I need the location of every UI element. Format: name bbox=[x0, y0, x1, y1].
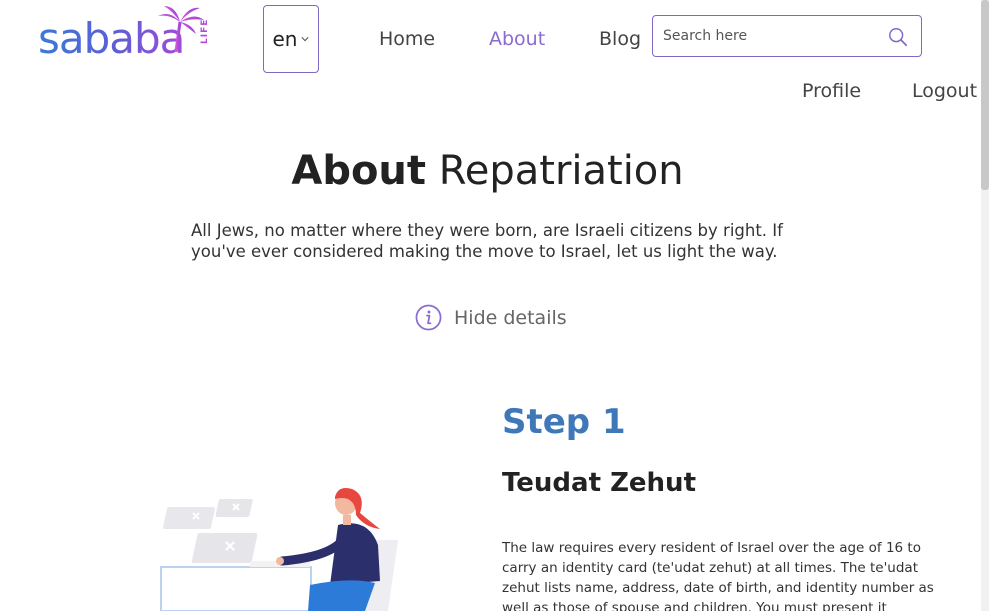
info-icon bbox=[415, 304, 442, 331]
logo-suffix: LIFE bbox=[200, 18, 210, 44]
woman-at-desk-illustration bbox=[160, 488, 398, 611]
nav-about[interactable]: About bbox=[489, 28, 545, 50]
nav-blog[interactable]: Blog bbox=[599, 28, 641, 50]
logo[interactable]: sababa LIFE bbox=[38, 4, 218, 66]
nav-logout[interactable]: Logout bbox=[912, 80, 977, 102]
language-select[interactable]: en bbox=[263, 5, 319, 73]
page-title-rest: Repatriation bbox=[426, 148, 684, 194]
chevron-down-icon bbox=[301, 37, 310, 42]
hide-details-toggle[interactable]: Hide details bbox=[415, 304, 567, 331]
page-title-bold: About bbox=[291, 148, 427, 194]
step-heading: Teudat Zehut bbox=[502, 468, 696, 498]
search-box bbox=[652, 15, 922, 57]
language-value: en bbox=[272, 27, 298, 51]
page-title: About Repatriation bbox=[0, 148, 975, 194]
search-input[interactable] bbox=[663, 24, 873, 48]
floating-window-3 bbox=[191, 533, 258, 563]
step-body: The law requires every resident of Israe… bbox=[502, 540, 934, 611]
scrollbar-thumb[interactable] bbox=[981, 0, 989, 190]
nav-home[interactable]: Home bbox=[379, 28, 435, 50]
nav-profile[interactable]: Profile bbox=[802, 80, 861, 102]
palm-tree-icon bbox=[158, 6, 204, 53]
floating-window-1 bbox=[163, 507, 215, 529]
floating-window-2 bbox=[215, 499, 253, 517]
search-icon[interactable] bbox=[887, 26, 909, 48]
step-label: Step 1 bbox=[502, 402, 626, 442]
hide-details-label: Hide details bbox=[454, 306, 567, 329]
intro-text: All Jews, no matter where they were born… bbox=[191, 221, 783, 261]
scrollbar[interactable] bbox=[981, 0, 989, 611]
